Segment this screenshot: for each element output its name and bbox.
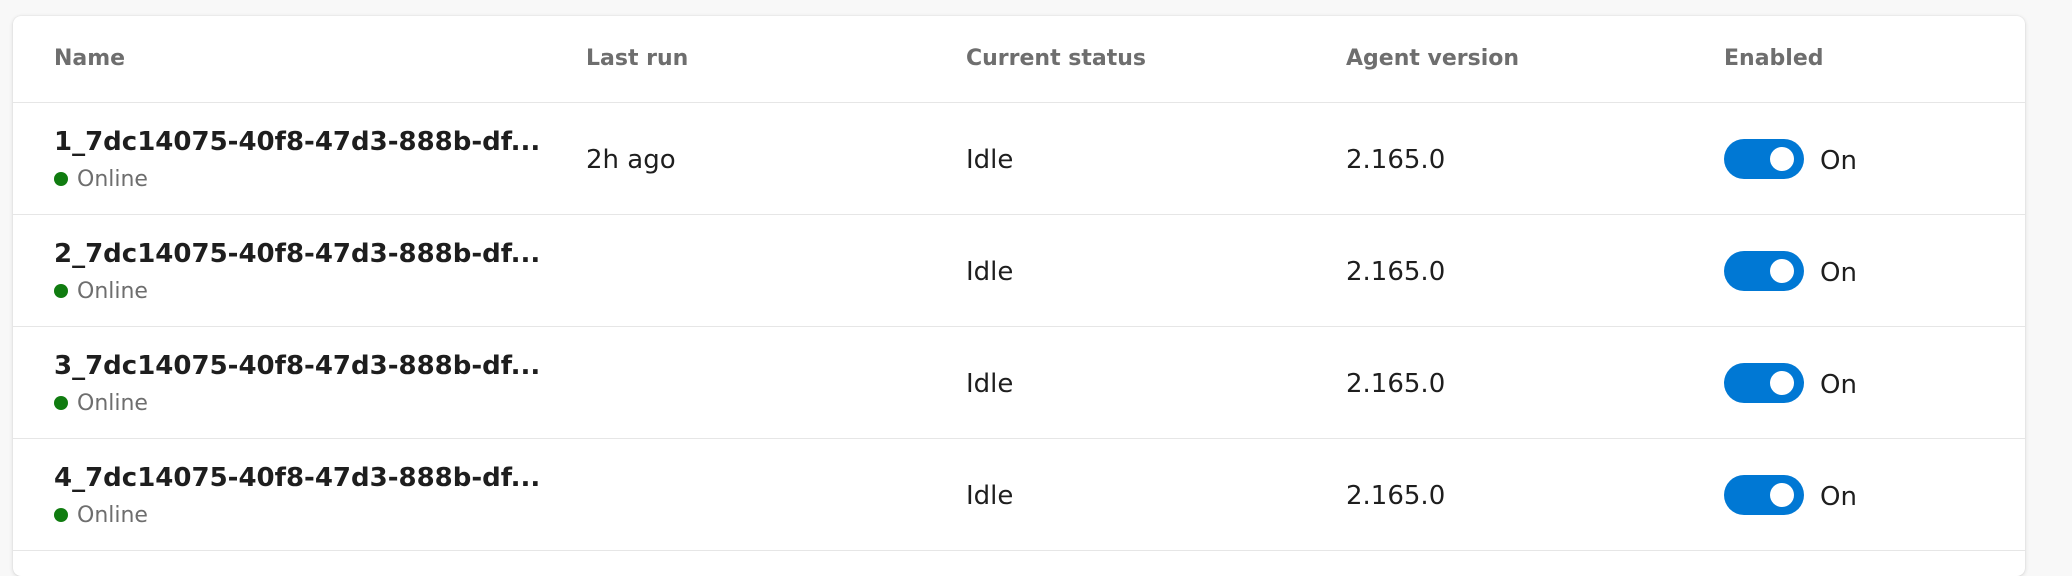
column-header-last-run[interactable]: Last run — [586, 46, 688, 71]
enabled-toggle-label: On — [1820, 146, 1857, 176]
agent-version-value: 2.165.0 — [1346, 369, 1446, 399]
online-indicator: Online — [54, 389, 148, 417]
enabled-toggle[interactable] — [1724, 363, 1804, 403]
connection-status-text: Online — [77, 278, 148, 304]
column-header-current-status[interactable]: Current status — [966, 46, 1146, 71]
table-row[interactable]: 2_7dc14075-40f8-47d3-888b-df... Online I… — [13, 215, 2025, 327]
enabled-toggle[interactable] — [1724, 251, 1804, 291]
agent-name-link[interactable]: 4_7dc14075-40f8-47d3-888b-df... — [54, 463, 540, 493]
enabled-toggle-group: On — [1724, 139, 1857, 179]
status-dot-icon — [54, 172, 68, 186]
enabled-toggle[interactable] — [1724, 475, 1804, 515]
column-header-enabled[interactable]: Enabled — [1724, 46, 1824, 71]
agent-name-link[interactable]: 3_7dc14075-40f8-47d3-888b-df... — [54, 351, 540, 381]
table-row[interactable]: 1_7dc14075-40f8-47d3-888b-df... Online 2… — [13, 103, 2025, 215]
agent-version-value: 2.165.0 — [1346, 481, 1446, 511]
enabled-toggle-group: On — [1724, 251, 1857, 291]
connection-status-text: Online — [77, 166, 148, 192]
enabled-toggle[interactable] — [1724, 139, 1804, 179]
toggle-knob — [1770, 259, 1794, 283]
agent-name-link[interactable]: 2_7dc14075-40f8-47d3-888b-df... — [54, 239, 540, 269]
toggle-knob — [1770, 371, 1794, 395]
enabled-toggle-label: On — [1820, 482, 1857, 512]
status-dot-icon — [54, 396, 68, 410]
connection-status-text: Online — [77, 390, 148, 416]
status-dot-icon — [54, 284, 68, 298]
last-run-value: 2h ago — [586, 145, 676, 175]
enabled-toggle-group: On — [1724, 363, 1857, 403]
enabled-toggle-label: On — [1820, 370, 1857, 400]
online-indicator: Online — [54, 501, 148, 529]
column-header-name[interactable]: Name — [54, 46, 125, 71]
online-indicator: Online — [54, 165, 148, 193]
online-indicator: Online — [54, 277, 148, 305]
table-row[interactable]: 4_7dc14075-40f8-47d3-888b-df... Online I… — [13, 439, 2025, 551]
current-status-value: Idle — [966, 481, 1014, 511]
table-header-row: Name Last run Current status Agent versi… — [13, 16, 2025, 103]
connection-status-text: Online — [77, 502, 148, 528]
current-status-value: Idle — [966, 145, 1014, 175]
table-row[interactable]: 3_7dc14075-40f8-47d3-888b-df... Online I… — [13, 327, 2025, 439]
enabled-toggle-group: On — [1724, 475, 1857, 515]
agent-version-value: 2.165.0 — [1346, 145, 1446, 175]
current-status-value: Idle — [966, 257, 1014, 287]
current-status-value: Idle — [966, 369, 1014, 399]
toggle-knob — [1770, 147, 1794, 171]
enabled-toggle-label: On — [1820, 258, 1857, 288]
column-header-agent-version[interactable]: Agent version — [1346, 46, 1519, 71]
agent-name-link[interactable]: 1_7dc14075-40f8-47d3-888b-df... — [54, 127, 540, 157]
toggle-knob — [1770, 483, 1794, 507]
agent-version-value: 2.165.0 — [1346, 257, 1446, 287]
status-dot-icon — [54, 508, 68, 522]
agents-table: Name Last run Current status Agent versi… — [13, 16, 2025, 576]
